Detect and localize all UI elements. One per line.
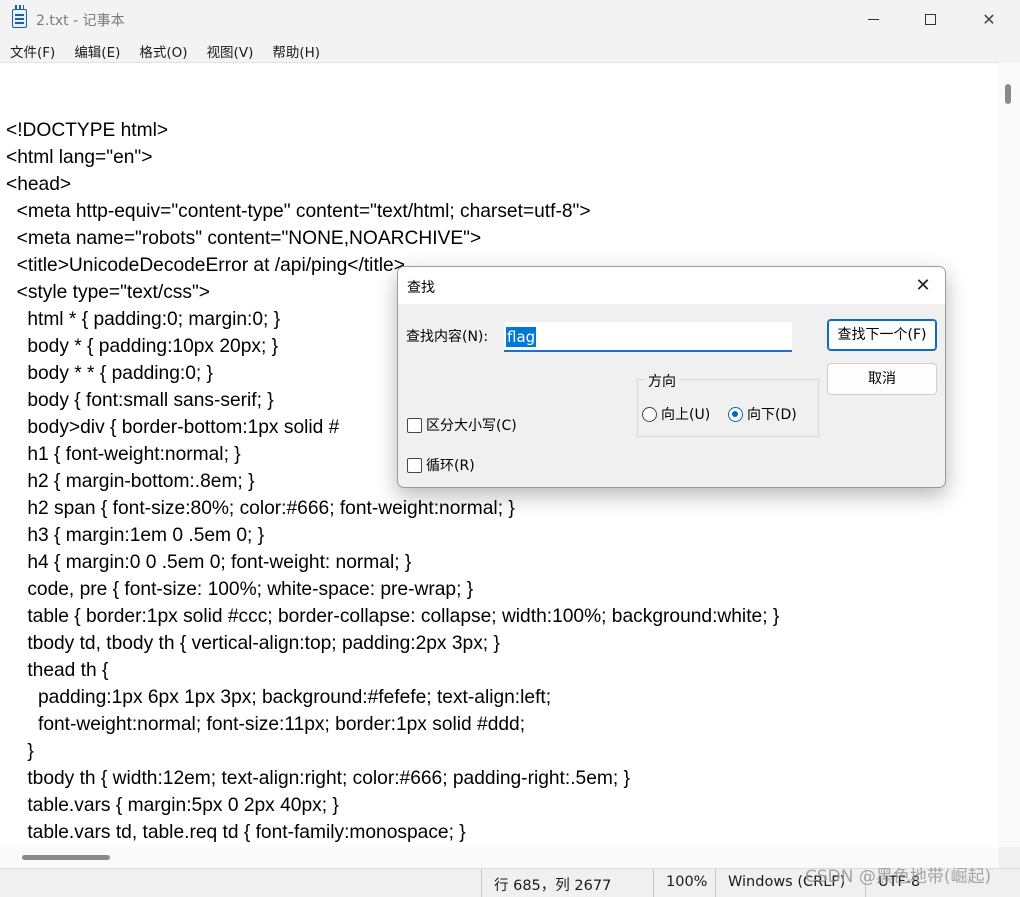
find-dialog: 查找 ✕ 查找内容(N): flag 查找下一个(F) 取消 方向 向上(U) … bbox=[397, 266, 946, 488]
minimize-icon bbox=[867, 18, 879, 20]
direction-up-radio[interactable]: 向上(U) bbox=[642, 404, 710, 424]
notepad-icon bbox=[12, 5, 27, 28]
radio-up-icon[interactable] bbox=[642, 406, 657, 422]
cancel-button[interactable]: 取消 bbox=[827, 363, 937, 395]
vertical-scroll-thumb[interactable] bbox=[1005, 84, 1011, 104]
maximize-icon bbox=[924, 13, 936, 25]
menu-view[interactable]: 视图(V) bbox=[197, 38, 263, 62]
find-next-button[interactable]: 查找下一个(F) bbox=[827, 319, 937, 351]
direction-down-label: 向下(D) bbox=[747, 407, 797, 423]
maximize-button[interactable] bbox=[901, 0, 959, 38]
status-zoom: 100% bbox=[653, 869, 715, 897]
match-case-checkbox[interactable]: 区分大小写(C) bbox=[407, 415, 517, 435]
wrap-around-checkbox[interactable]: 循环(R) bbox=[407, 455, 475, 475]
radio-down-icon[interactable] bbox=[728, 406, 743, 422]
find-what-label: 查找内容(N): bbox=[406, 329, 489, 345]
menu-bar: 文件(F) 编辑(E) 格式(O) 视图(V) 帮助(H) bbox=[0, 38, 1020, 62]
direction-down-radio[interactable]: 向下(D) bbox=[728, 404, 797, 424]
title-bar: 2.txt - 记事本 ✕ bbox=[0, 0, 1020, 38]
menu-format[interactable]: 格式(O) bbox=[129, 38, 196, 62]
find-dialog-close-icon[interactable]: ✕ bbox=[908, 273, 938, 299]
direction-label: 方向 bbox=[645, 371, 679, 391]
find-what-value: flag bbox=[506, 327, 537, 347]
watermark: CSDN @黑色地带(崛起) bbox=[805, 867, 992, 887]
horizontal-scroll-thumb[interactable] bbox=[22, 855, 110, 860]
vertical-scrollbar[interactable] bbox=[999, 62, 1020, 847]
wrap-around-box-icon[interactable] bbox=[407, 457, 422, 473]
match-case-box-icon[interactable] bbox=[407, 417, 422, 433]
find-what-input[interactable]: flag bbox=[504, 322, 792, 352]
close-button[interactable]: ✕ bbox=[960, 0, 1018, 38]
find-dialog-title: 查找 bbox=[407, 280, 435, 296]
menu-edit[interactable]: 编辑(E) bbox=[64, 38, 129, 62]
find-dialog-titlebar[interactable]: 查找 ✕ bbox=[398, 267, 945, 304]
window-title: 2.txt - 记事本 bbox=[36, 13, 125, 29]
menu-file[interactable]: 文件(F) bbox=[0, 38, 64, 62]
minimize-button[interactable] bbox=[844, 0, 902, 38]
match-case-label: 区分大小写(C) bbox=[426, 418, 517, 434]
scrollbar-corner bbox=[999, 847, 1020, 868]
direction-up-label: 向上(U) bbox=[661, 407, 711, 423]
close-icon: ✕ bbox=[982, 9, 996, 29]
status-cursor-position: 行 685，列 2677 bbox=[481, 869, 653, 897]
menu-help[interactable]: 帮助(H) bbox=[262, 38, 329, 62]
wrap-around-label: 循环(R) bbox=[426, 458, 475, 474]
